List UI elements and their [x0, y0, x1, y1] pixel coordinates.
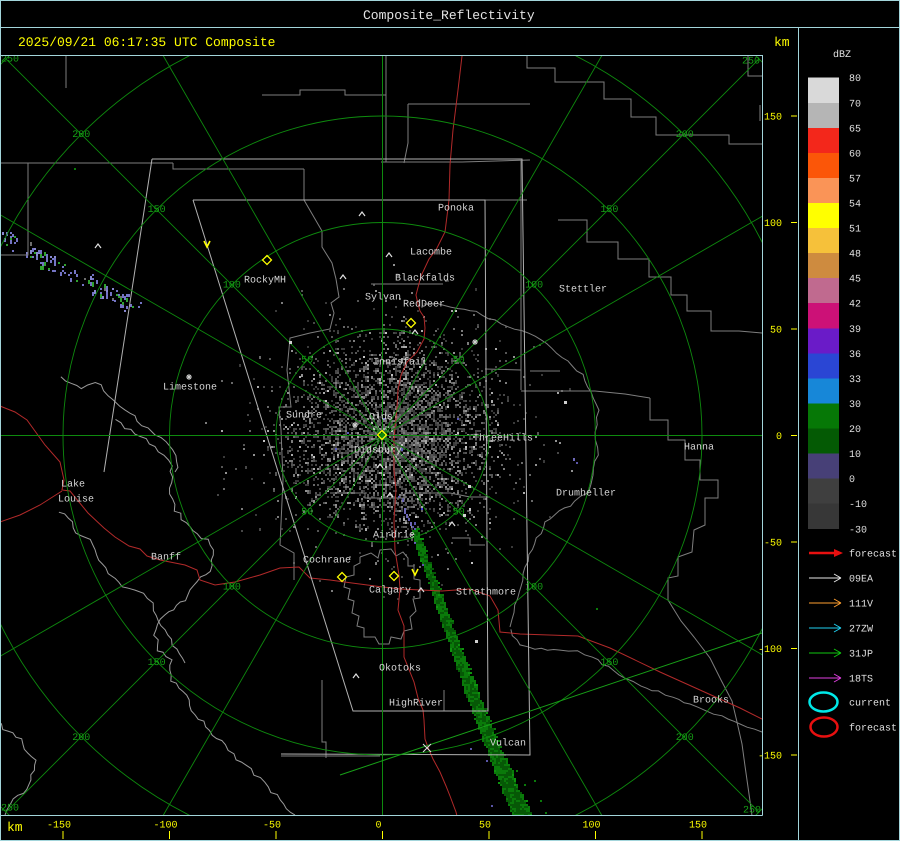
svg-text:31JP: 31JP: [849, 650, 873, 661]
svg-text:150: 150: [148, 658, 166, 669]
svg-text:Sylvan: Sylvan: [365, 292, 401, 304]
svg-text:-50: -50: [263, 821, 281, 832]
svg-text:45: 45: [849, 275, 861, 286]
svg-text:150: 150: [148, 205, 166, 216]
svg-text:-100: -100: [758, 645, 782, 656]
svg-text:0: 0: [849, 475, 855, 486]
svg-text:-50: -50: [764, 539, 782, 550]
svg-text:150: 150: [689, 821, 707, 832]
svg-text:2025/09/21 06:17:35 UTC Compos: 2025/09/21 06:17:35 UTC Composite: [18, 35, 275, 50]
svg-text:20: 20: [849, 425, 861, 436]
svg-text:-150: -150: [47, 821, 71, 832]
svg-text:39: 39: [849, 325, 861, 336]
svg-text:Okotoks: Okotoks: [379, 663, 421, 675]
svg-text:0: 0: [776, 432, 782, 443]
svg-text:Olds: Olds: [369, 412, 393, 424]
svg-text:Sundre: Sundre: [286, 410, 322, 422]
svg-text:Limestone: Limestone: [163, 382, 217, 394]
svg-text:Brooks: Brooks: [693, 695, 729, 707]
svg-text:Airdrie: Airdrie: [373, 530, 415, 542]
svg-text:Banff: Banff: [151, 552, 181, 564]
svg-text:Lacombe: Lacombe: [410, 247, 452, 259]
svg-text:100: 100: [223, 583, 241, 594]
svg-text:30: 30: [849, 400, 861, 411]
svg-text:Ponoka: Ponoka: [438, 203, 474, 215]
svg-text:-10: -10: [849, 500, 867, 511]
svg-text:150: 150: [600, 658, 618, 669]
svg-text:Calgary: Calgary: [369, 585, 411, 597]
svg-text:57: 57: [849, 174, 861, 185]
svg-text:09EA: 09EA: [849, 575, 873, 586]
svg-text:250: 250: [742, 57, 760, 68]
svg-text:54: 54: [849, 200, 861, 211]
svg-text:-100: -100: [153, 821, 177, 832]
svg-text:km: km: [774, 35, 790, 50]
svg-text:50: 50: [301, 507, 313, 518]
svg-text:60: 60: [849, 149, 861, 160]
svg-text:42: 42: [849, 300, 861, 311]
svg-text:Didsbury: Didsbury: [354, 445, 402, 457]
svg-text:50: 50: [770, 326, 782, 337]
svg-text:150: 150: [600, 205, 618, 216]
svg-text:Innisfail: Innisfail: [373, 357, 427, 369]
svg-text:65: 65: [849, 124, 861, 135]
svg-text:0: 0: [375, 821, 381, 832]
svg-text:70: 70: [849, 99, 861, 110]
svg-text:Composite_Reflectivity: Composite_Reflectivity: [363, 8, 535, 23]
svg-text:250: 250: [1, 55, 19, 66]
svg-text:200: 200: [676, 733, 694, 744]
svg-text:Blackfalds: Blackfalds: [395, 273, 455, 285]
svg-text:51: 51: [849, 225, 861, 236]
svg-text:Cochrane: Cochrane: [303, 555, 351, 567]
svg-text:ThreeHills: ThreeHills: [473, 433, 533, 445]
svg-text:HighRiver: HighRiver: [389, 698, 443, 710]
svg-text:RockyMH: RockyMH: [244, 275, 286, 287]
svg-text:80: 80: [849, 74, 861, 85]
svg-text:36: 36: [849, 350, 861, 361]
svg-text:Lake: Lake: [61, 479, 85, 491]
svg-text:100: 100: [525, 280, 543, 291]
svg-text:dBZ: dBZ: [833, 49, 851, 61]
svg-text:Strathmore: Strathmore: [456, 587, 516, 599]
svg-text:Hanna: Hanna: [684, 443, 714, 454]
svg-text:100: 100: [582, 821, 600, 832]
svg-text:18TS: 18TS: [849, 675, 873, 686]
svg-text:RedDeer: RedDeer: [403, 299, 445, 311]
svg-text:150: 150: [764, 113, 782, 124]
svg-text:250: 250: [743, 806, 761, 817]
svg-text:33: 33: [849, 375, 861, 386]
svg-text:50: 50: [453, 356, 465, 367]
svg-text:50: 50: [301, 356, 313, 367]
svg-text:200: 200: [676, 130, 694, 141]
svg-text:-150: -150: [758, 752, 782, 763]
svg-text:100: 100: [764, 219, 782, 230]
svg-text:48: 48: [849, 250, 861, 261]
svg-text:200: 200: [72, 130, 90, 141]
svg-text:27ZW: 27ZW: [849, 625, 873, 636]
svg-text:Stettler: Stettler: [559, 284, 607, 296]
svg-text:Drumheller: Drumheller: [556, 488, 616, 500]
svg-text:current: current: [849, 699, 891, 710]
svg-text:100: 100: [525, 583, 543, 594]
svg-text:Vulcan: Vulcan: [490, 738, 526, 750]
svg-text:200: 200: [72, 733, 90, 744]
svg-text:forecast: forecast: [849, 549, 897, 561]
svg-text:111V: 111V: [849, 600, 873, 611]
svg-text:forecast: forecast: [849, 723, 897, 735]
svg-text:250: 250: [1, 804, 19, 815]
svg-text:-30: -30: [849, 525, 867, 536]
svg-text:10: 10: [849, 450, 861, 461]
svg-text:100: 100: [223, 280, 241, 291]
svg-text:Louise: Louise: [58, 494, 94, 506]
svg-text:km: km: [7, 820, 23, 835]
svg-text:50: 50: [479, 821, 491, 832]
